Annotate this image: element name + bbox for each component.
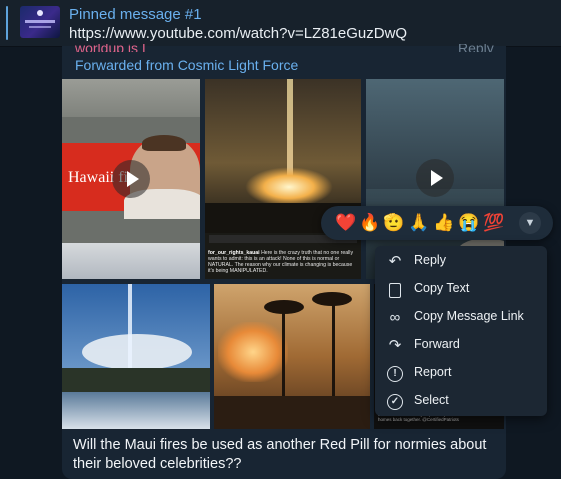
- reaction-heart[interactable]: ❤️: [335, 213, 357, 233]
- reaction-crying[interactable]: 😭: [458, 213, 480, 233]
- reaction-fire[interactable]: 🔥: [359, 213, 381, 233]
- menu-item-label: Copy Text: [414, 281, 470, 295]
- pinned-message-bar[interactable]: Pinned message #1 https://www.youtube.co…: [0, 0, 561, 47]
- menu-item-select[interactable]: ✓ Select: [375, 388, 547, 416]
- forwarded-from[interactable]: Forwarded from Cosmic Light Force: [75, 57, 298, 73]
- reaction-bar: ❤️ 🔥 🫡 🙏 👍 😭 💯 ▼: [321, 206, 553, 240]
- reaction-hundred[interactable]: 💯: [483, 213, 505, 233]
- menu-item-copy-message-link[interactable]: ∞ Copy Message Link: [375, 304, 547, 332]
- forward-icon: ↷: [388, 337, 402, 354]
- pinned-title: Pinned message #1: [69, 6, 202, 23]
- play-icon[interactable]: [112, 160, 150, 198]
- select-icon: ✓: [385, 392, 405, 412]
- reply-icon: ↶: [388, 253, 402, 270]
- report-icon: !: [385, 364, 405, 384]
- media-tile-video-1[interactable]: Hawaii fi: [62, 79, 200, 279]
- menu-item-reply[interactable]: ↶ Reply: [375, 248, 547, 276]
- menu-item-label: Forward: [414, 337, 460, 351]
- menu-item-label: Report: [414, 365, 452, 379]
- menu-item-label: Copy Message Link: [414, 309, 524, 323]
- reply-link[interactable]: Reply: [458, 44, 494, 52]
- menu-item-forward[interactable]: ↷ Forward: [375, 332, 547, 360]
- reaction-salute[interactable]: 🫡: [383, 213, 405, 233]
- link-icon: ∞: [389, 309, 401, 326]
- context-menu: ↶ Reply Copy Text ∞ Copy Message Link ↷ …: [375, 246, 547, 416]
- media-tile-photo-5[interactable]: [214, 284, 370, 429]
- menu-item-label: Select: [414, 393, 449, 407]
- menu-item-report[interactable]: ! Report: [375, 360, 547, 388]
- play-icon[interactable]: [416, 159, 454, 197]
- media-tile-photo-4[interactable]: [62, 284, 210, 429]
- media-tile-photo-2[interactable]: for_our_rights_kauai Here is the crazy t…: [205, 79, 361, 279]
- pinned-text[interactable]: https://www.youtube.com/watch?v=LZ81eGuz…: [69, 25, 407, 42]
- tile-caption-text: for_our_rights_kauai Here is the crazy t…: [208, 250, 358, 274]
- sender-name[interactable]: worldup is I: [75, 44, 146, 52]
- menu-item-copy-text[interactable]: Copy Text: [375, 276, 547, 304]
- copy-icon: [385, 280, 405, 300]
- pinned-thumbnail: [20, 6, 60, 38]
- reaction-thumbs-up[interactable]: 👍: [433, 213, 455, 233]
- reaction-pray[interactable]: 🙏: [408, 213, 430, 233]
- chevron-down-icon[interactable]: ▼: [519, 212, 541, 234]
- pinned-accent-line: [6, 6, 8, 40]
- menu-item-label: Reply: [414, 253, 446, 267]
- message-text: Will the Maui fires be used as another R…: [73, 437, 487, 472]
